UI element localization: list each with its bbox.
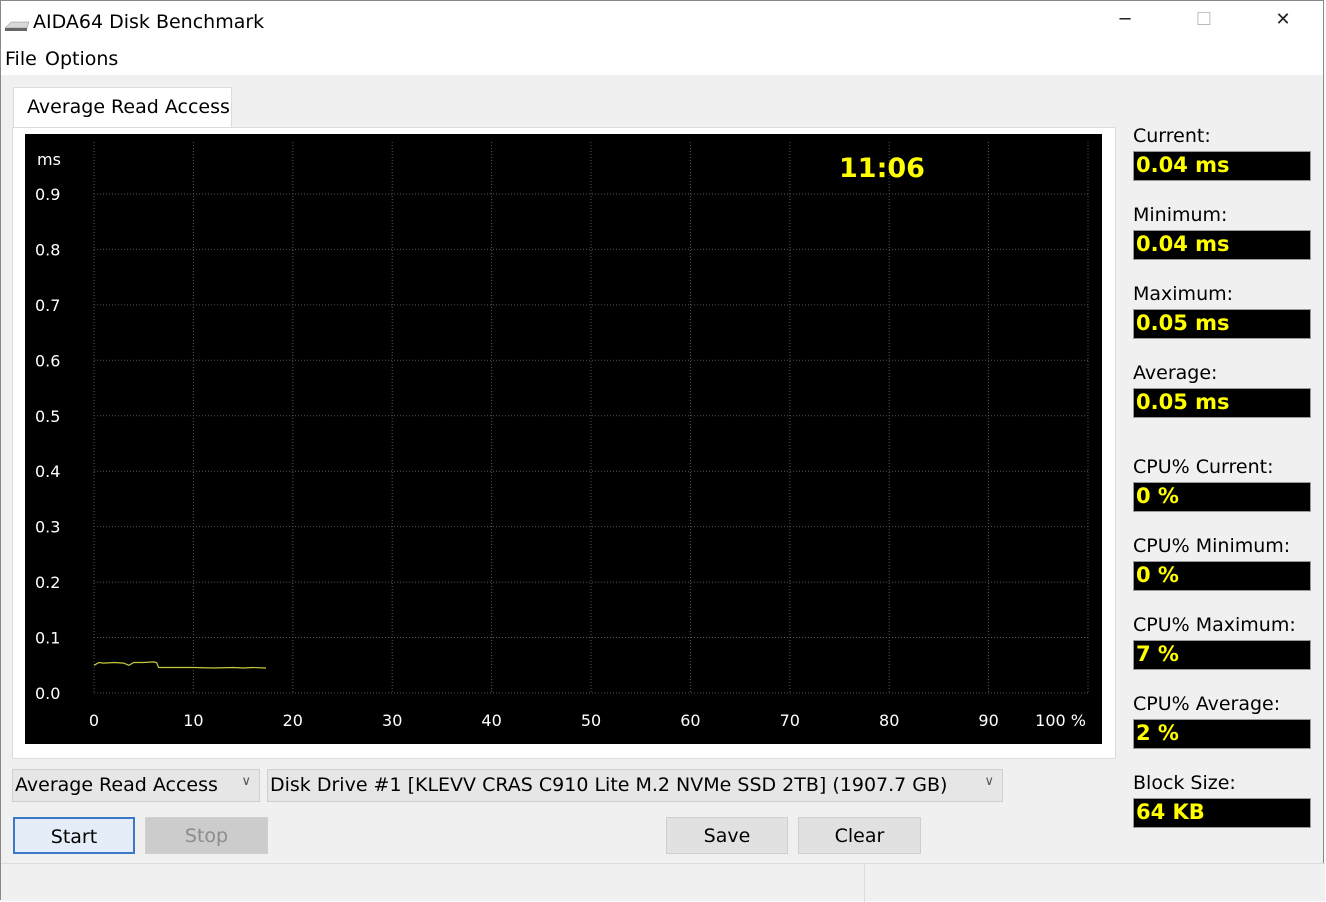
x-tick-label: 60	[680, 711, 700, 730]
x-tick-label: 80	[879, 711, 899, 730]
x-tick-label: 0	[89, 711, 99, 730]
menu-options[interactable]: Options	[45, 48, 118, 70]
cpu-current-label: CPU% Current:	[1133, 456, 1274, 478]
block-size-label: Block Size:	[1133, 772, 1236, 794]
cpu-minimum-value: 0 %	[1133, 561, 1311, 591]
test-type-select[interactable]: Average Read Access ∨	[12, 769, 260, 802]
x-tick-label: 10	[183, 711, 203, 730]
x-tick-label: 100 %	[1035, 711, 1086, 730]
save-button[interactable]: Save	[666, 817, 788, 854]
stop-button[interactable]: Stop	[145, 817, 268, 854]
close-button[interactable]: ✕	[1263, 9, 1303, 35]
benchmark-chart: 0.0 0.1 0.2 0.3 0.4 0.5 0.6 0.7 0.8 0.9 ms 0 10 20 30 4…	[25, 134, 1102, 744]
minimum-value: 0.04 ms	[1133, 230, 1311, 260]
maximum-label: Maximum:	[1133, 283, 1234, 305]
maximum-value: 0.05 ms	[1133, 309, 1311, 339]
x-tick-label: 70	[780, 711, 800, 730]
y-tick-label: 0.8	[35, 240, 60, 259]
disk-drive-icon	[5, 21, 29, 31]
minimize-button[interactable]: ─	[1105, 9, 1145, 35]
drive-select[interactable]: Disk Drive #1 [KLEVV CRAS C910 Lite M.2 …	[267, 769, 1003, 802]
x-tick-label: 40	[481, 711, 501, 730]
cpu-average-label: CPU% Average:	[1133, 693, 1281, 715]
cpu-maximum-label: CPU% Maximum:	[1133, 614, 1296, 636]
y-tick-label: 0.6	[35, 351, 60, 370]
cpu-current-value: 0 %	[1133, 482, 1311, 512]
minimum-label: Minimum:	[1133, 204, 1228, 226]
menu-file[interactable]: File	[5, 48, 37, 70]
menu-bar: File Options	[1, 45, 1323, 75]
tab-average-read-access[interactable]: Average Read Access	[13, 87, 232, 128]
average-label: Average:	[1133, 362, 1218, 384]
app-window: AIDA64 Disk Benchmark ─ ☐ ✕ File Options…	[0, 0, 1325, 902]
y-unit-label: ms	[37, 150, 61, 169]
y-tick-label: 0.7	[35, 296, 60, 315]
y-tick-label: 0.2	[35, 573, 60, 592]
title-bar: AIDA64 Disk Benchmark ─ ☐ ✕	[1, 1, 1323, 45]
block-size-value: 64 KB	[1133, 798, 1311, 828]
y-tick-label: 0.9	[35, 185, 60, 204]
chevron-down-icon: ∨	[241, 774, 251, 789]
y-tick-label: 0.1	[35, 629, 60, 648]
y-tick-label: 0.4	[35, 462, 60, 481]
maximize-button[interactable]: ☐	[1184, 9, 1224, 35]
x-tick-label: 30	[382, 711, 402, 730]
y-tick-label: 0.0	[35, 684, 60, 703]
clear-button[interactable]: Clear	[798, 817, 921, 854]
test-type-value: Average Read Access	[15, 774, 218, 796]
chevron-down-icon: ∨	[984, 774, 994, 789]
average-value: 0.05 ms	[1133, 388, 1311, 418]
x-tick-label: 50	[581, 711, 601, 730]
x-tick-label: 20	[283, 711, 303, 730]
cpu-maximum-value: 7 %	[1133, 640, 1311, 670]
start-button[interactable]: Start	[13, 817, 135, 854]
series-line-average-read-access	[93, 661, 267, 669]
y-tick-label: 0.3	[35, 518, 60, 537]
current-value: 0.04 ms	[1133, 151, 1311, 181]
y-tick-label: 0.5	[35, 407, 60, 426]
status-bar	[1, 863, 1325, 902]
elapsed-time: 11:06	[839, 153, 925, 184]
current-label: Current:	[1133, 125, 1211, 147]
drive-value: Disk Drive #1 [KLEVV CRAS C910 Lite M.2 …	[270, 774, 948, 796]
status-divider	[864, 864, 865, 902]
cpu-average-value: 2 %	[1133, 719, 1311, 749]
window-title: AIDA64 Disk Benchmark	[33, 11, 265, 33]
cpu-minimum-label: CPU% Minimum:	[1133, 535, 1291, 557]
x-tick-label: 90	[978, 711, 998, 730]
